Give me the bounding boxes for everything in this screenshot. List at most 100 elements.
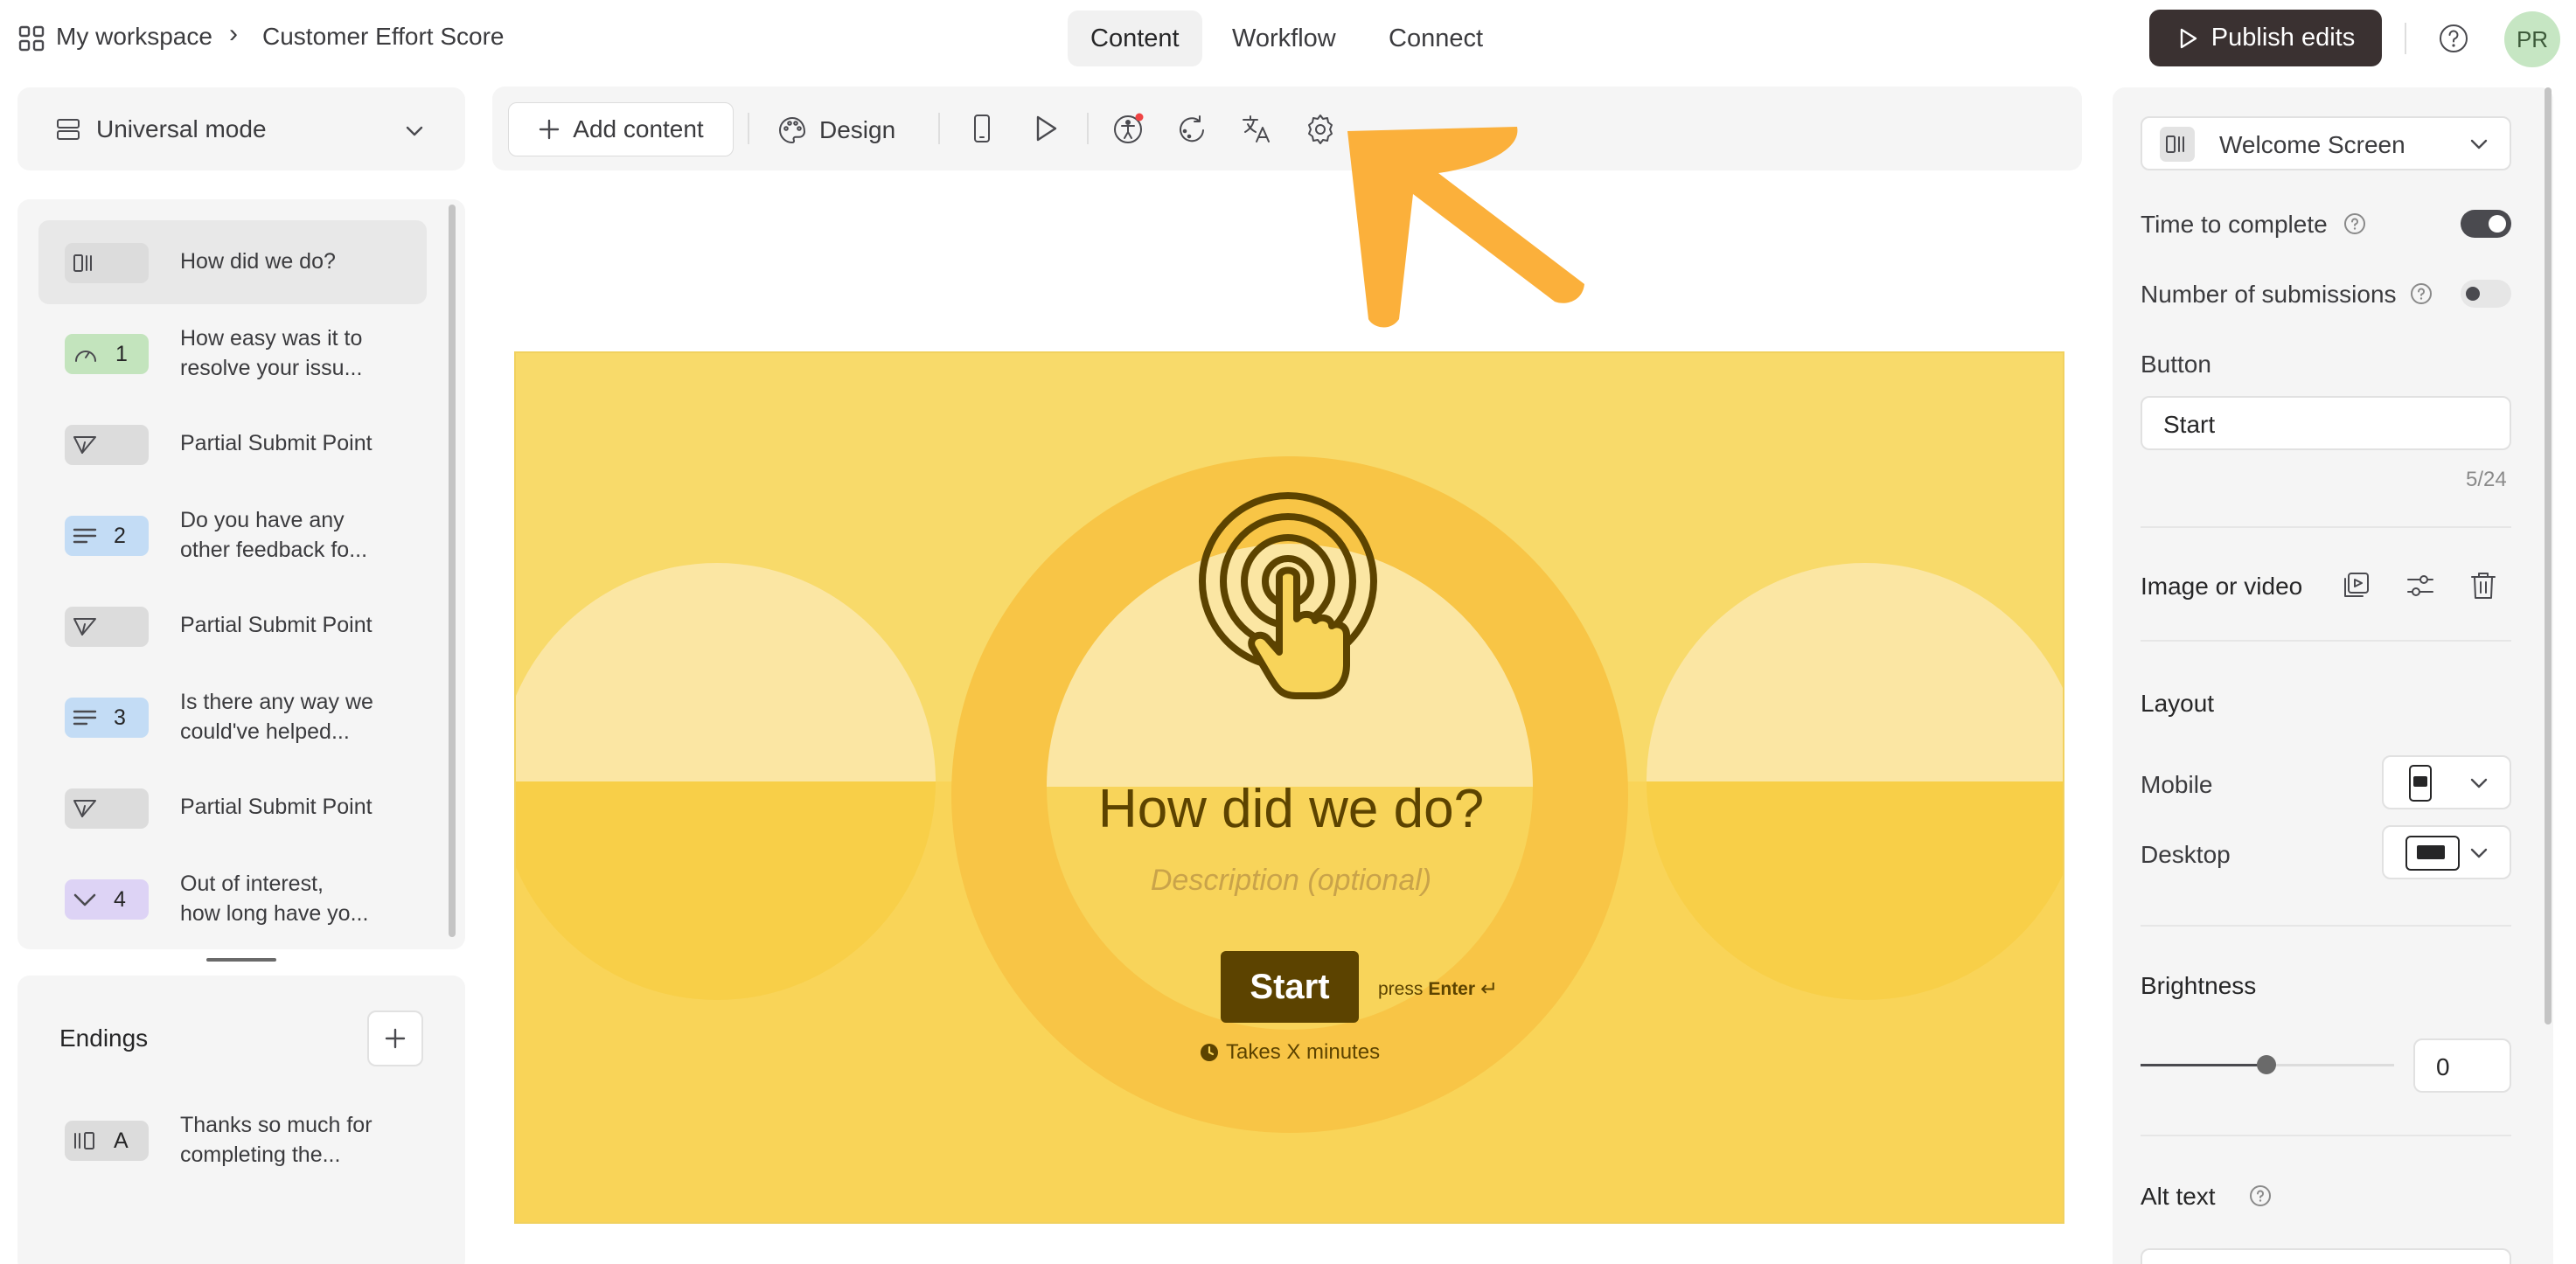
partial-submit-item[interactable]: Partial Submit Point xyxy=(38,402,427,486)
chevron-down-icon xyxy=(2468,133,2490,156)
welcome-description[interactable]: Description (optional) xyxy=(516,864,2063,898)
button-label-heading: Button xyxy=(2141,351,2211,378)
welcome-title[interactable]: How did we do? xyxy=(516,778,2063,840)
desktop-layout-icon xyxy=(2405,835,2461,872)
chevron-down-icon xyxy=(402,119,427,143)
time-to-complete-toggle[interactable] xyxy=(2461,210,2511,238)
apps-grid-icon[interactable] xyxy=(17,24,45,52)
ending-letter: A xyxy=(114,1128,129,1153)
top-bar: My workspace › Customer Effort Score Con… xyxy=(0,0,2576,77)
media-adjust-icon[interactable] xyxy=(2405,570,2436,601)
ending-item[interactable]: A Thanks so much for completing the... xyxy=(38,1098,427,1182)
question-badge: 3 xyxy=(65,698,149,738)
number-of-submissions-toggle[interactable] xyxy=(2461,280,2511,308)
section-divider xyxy=(2141,640,2511,642)
question-number: 1 xyxy=(115,341,128,366)
preview-play-icon[interactable] xyxy=(1029,113,1061,144)
send-icon xyxy=(72,615,98,638)
help-circle-icon[interactable] xyxy=(2438,23,2469,54)
accessibility-icon[interactable] xyxy=(1112,113,1145,146)
play-icon xyxy=(2176,27,2199,50)
layout-heading: Layout xyxy=(2141,690,2215,717)
design-button[interactable]: Design xyxy=(777,106,895,155)
mobile-preview-icon[interactable] xyxy=(967,113,997,144)
char-count: 5/24 xyxy=(2466,468,2507,491)
button-text-input[interactable]: Start xyxy=(2141,396,2511,450)
send-icon xyxy=(72,797,98,820)
tab-connect[interactable]: Connect xyxy=(1366,10,1506,66)
partial-submit-item[interactable]: Partial Submit Point xyxy=(38,766,427,850)
add-media-icon[interactable] xyxy=(2340,570,2371,601)
question-badge: 1 xyxy=(65,334,149,374)
question-label-line2: how long have yo... xyxy=(180,901,369,926)
question-label-line1: How easy was it to xyxy=(180,326,363,351)
logic-refresh-icon[interactable] xyxy=(1176,113,1209,146)
question-badge xyxy=(65,425,149,465)
enter-text: Enter xyxy=(1428,978,1476,999)
mobile-layout-label: Mobile xyxy=(2141,771,2213,798)
design-label: Design xyxy=(819,116,896,143)
question-number: 3 xyxy=(114,705,126,730)
section-divider xyxy=(2141,925,2511,927)
breadcrumb-workspace[interactable]: My workspace xyxy=(56,23,212,51)
screen-type-label: Welcome Screen xyxy=(2219,131,2405,158)
desktop-layout-select[interactable] xyxy=(2382,825,2511,879)
question-label-line1: Do you have any xyxy=(180,508,345,532)
info-icon[interactable] xyxy=(2410,282,2433,305)
publish-label: Publish edits xyxy=(2210,24,2356,52)
question-list: How did we do? 1 How easy was it to reso… xyxy=(17,199,465,949)
press-enter-hint: press Enter ↵ xyxy=(1378,976,1498,1002)
mode-selector[interactable]: Universal mode xyxy=(17,87,465,170)
question-number: 4 xyxy=(114,886,126,912)
button-text-value: Start xyxy=(2163,411,2216,438)
toolbar-divider xyxy=(748,113,749,144)
header-divider xyxy=(2405,23,2406,54)
brightness-heading: Brightness xyxy=(2141,972,2257,999)
time-to-complete-label: Time to complete xyxy=(2141,211,2328,238)
long-text-icon xyxy=(72,524,98,547)
section-divider xyxy=(2141,526,2511,528)
alt-text-input[interactable] xyxy=(2141,1248,2511,1264)
question-item-3[interactable]: 3 Is there any way we could've helped... xyxy=(38,675,427,759)
question-item-welcome[interactable]: How did we do? xyxy=(38,220,427,304)
question-label-line1: Is there any way we xyxy=(180,690,373,714)
translate-icon[interactable] xyxy=(1240,113,1273,146)
question-item-1[interactable]: 1 How easy was it to resolve your issu..… xyxy=(38,311,427,395)
endings-title: Endings xyxy=(59,1024,149,1052)
ending-label-line2: completing the... xyxy=(180,1142,341,1167)
ending-screen-icon xyxy=(72,1129,98,1152)
info-icon[interactable] xyxy=(2249,1184,2272,1207)
question-item-2[interactable]: 2 Do you have any other feedback fo... xyxy=(38,493,427,577)
breadcrumb-form-name[interactable]: Customer Effort Score xyxy=(262,23,504,51)
add-content-button[interactable]: Add content xyxy=(508,102,734,156)
add-ending-button[interactable] xyxy=(367,1011,423,1066)
brightness-slider-thumb[interactable] xyxy=(2257,1055,2276,1074)
add-content-label: Add content xyxy=(573,115,704,142)
screen-type-select[interactable]: Welcome Screen xyxy=(2141,116,2511,170)
trash-icon[interactable] xyxy=(2468,570,2499,601)
panel-resize-handle[interactable] xyxy=(206,958,276,962)
avatar[interactable]: PR xyxy=(2504,11,2560,67)
toolbar-divider xyxy=(1087,113,1089,144)
touch-target-hand-icon xyxy=(1198,491,1382,701)
endings-panel: Endings A Thanks so much for completing … xyxy=(17,976,465,1264)
mobile-layout-select[interactable] xyxy=(2382,755,2511,809)
partial-submit-item[interactable]: Partial Submit Point xyxy=(38,584,427,668)
brightness-input[interactable]: 0 xyxy=(2413,1038,2511,1093)
settings-panel-scrollbar[interactable] xyxy=(2545,87,2552,1024)
info-icon[interactable] xyxy=(2343,212,2366,235)
form-preview-canvas: How did we do? Description (optional) St… xyxy=(514,351,2064,1224)
question-item-4[interactable]: 4 Out of interest, how long have yo... xyxy=(38,857,427,941)
ending-badge: A xyxy=(65,1121,149,1161)
plus-icon xyxy=(383,1026,407,1051)
toolbar-divider xyxy=(938,113,940,144)
question-list-scrollbar[interactable] xyxy=(449,205,456,937)
start-button[interactable]: Start xyxy=(1221,951,1359,1023)
palette-icon xyxy=(777,115,807,145)
publish-edits-button[interactable]: Publish edits xyxy=(2149,10,2382,66)
question-badge xyxy=(65,607,149,647)
press-text: press xyxy=(1378,978,1424,999)
brightness-slider-fill xyxy=(2141,1064,2266,1066)
tab-workflow[interactable]: Workflow xyxy=(1209,10,1359,66)
tab-content[interactable]: Content xyxy=(1068,10,1202,66)
